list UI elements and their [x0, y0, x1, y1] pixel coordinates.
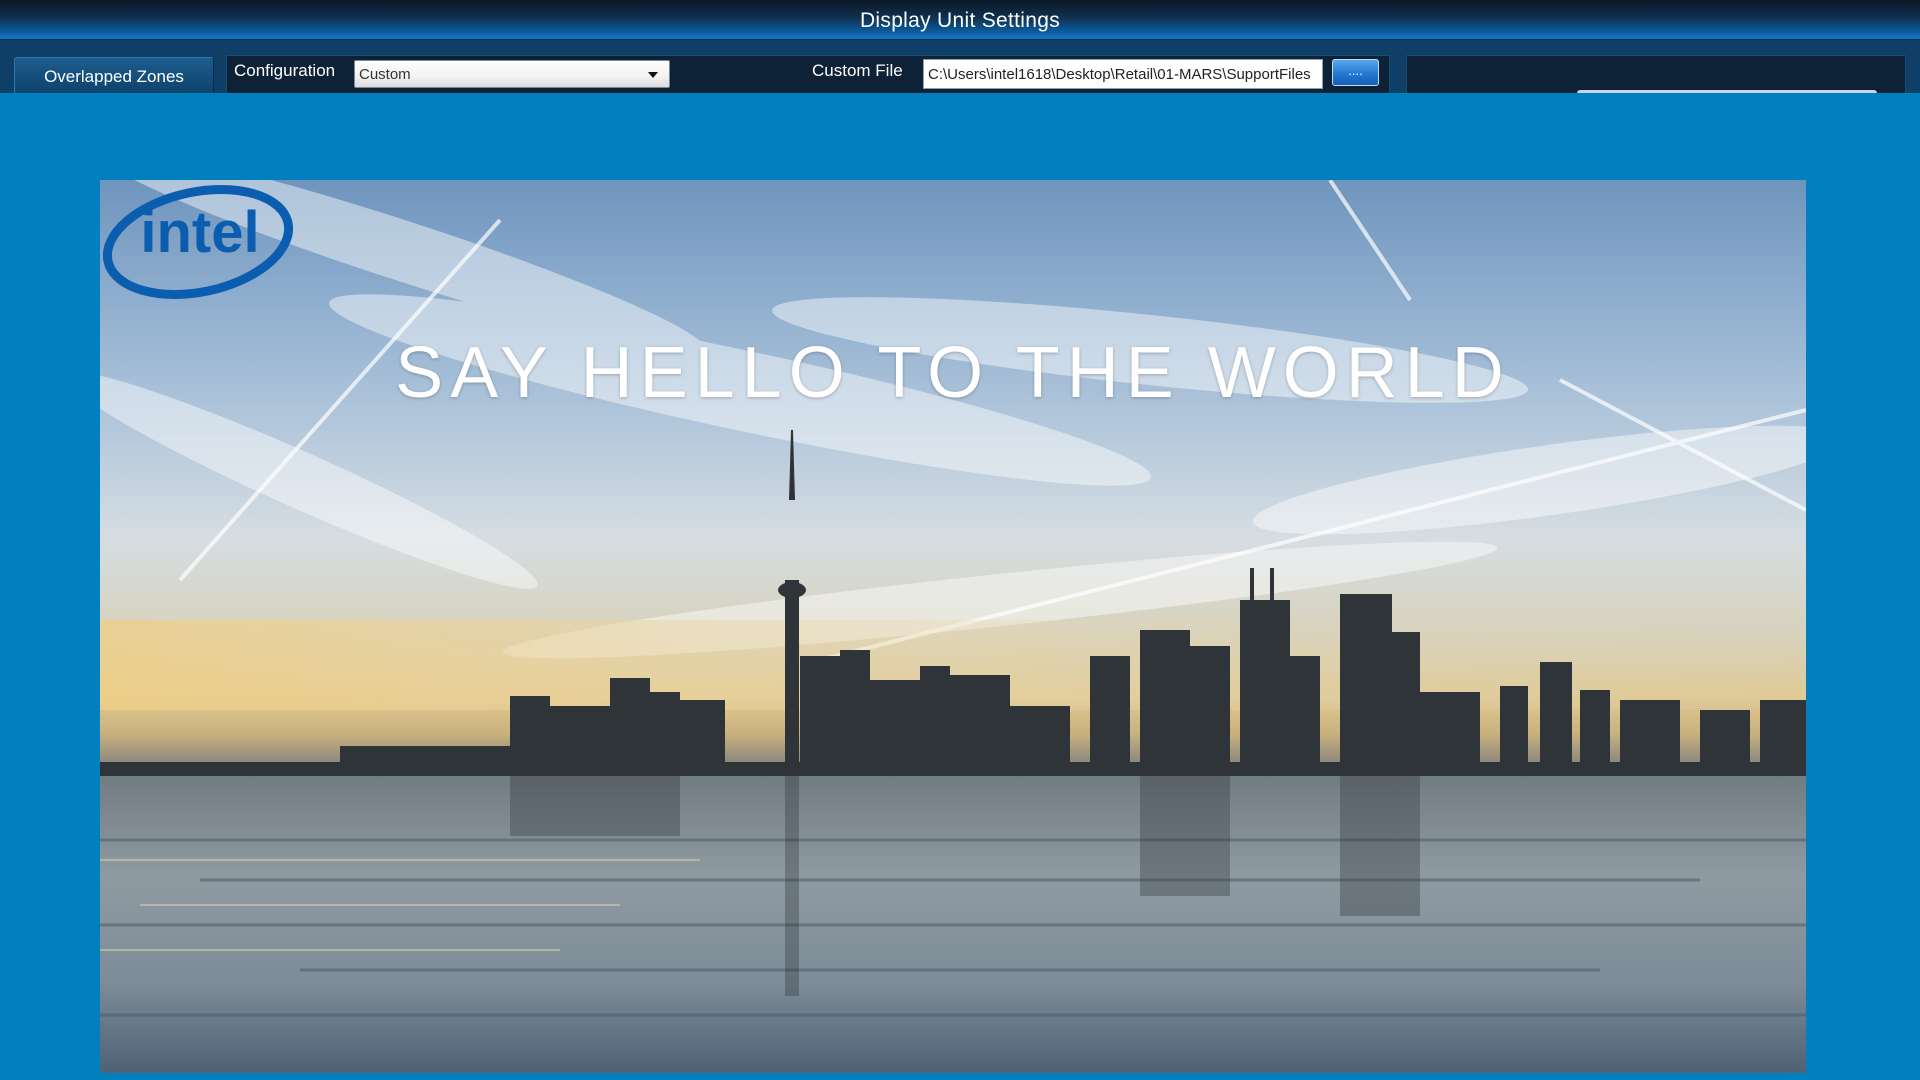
right-toolbar-panel [1406, 55, 1906, 93]
custom-file-label: Custom File [812, 61, 903, 80]
video-preview: SAY HELLO TO THE WORLD intel [100, 180, 1806, 1073]
configuration-selected-value: Custom [359, 66, 411, 83]
chevron-down-icon [648, 72, 658, 78]
city-skyline-image [100, 180, 1806, 1073]
configuration-label: Configuration [234, 61, 336, 80]
title-bar: Display Unit Settings [0, 0, 1920, 40]
intel-logo: intel [102, 184, 294, 300]
settings-toolbar: Overlapped Zones Configuration Custom Cu… [0, 40, 1920, 93]
right-panel-control-edge [1577, 90, 1877, 93]
tab-overlapped-zones[interactable]: Overlapped Zones [14, 57, 214, 93]
svg-text:intel: intel [140, 200, 259, 265]
configuration-dropdown[interactable]: Custom [354, 60, 670, 88]
window-title: Display Unit Settings [859, 9, 1061, 32]
browse-file-button[interactable]: .... [1332, 59, 1379, 86]
preview-headline: SAY HELLO TO THE WORLD [395, 333, 1511, 413]
custom-file-path-input[interactable] [923, 59, 1323, 89]
